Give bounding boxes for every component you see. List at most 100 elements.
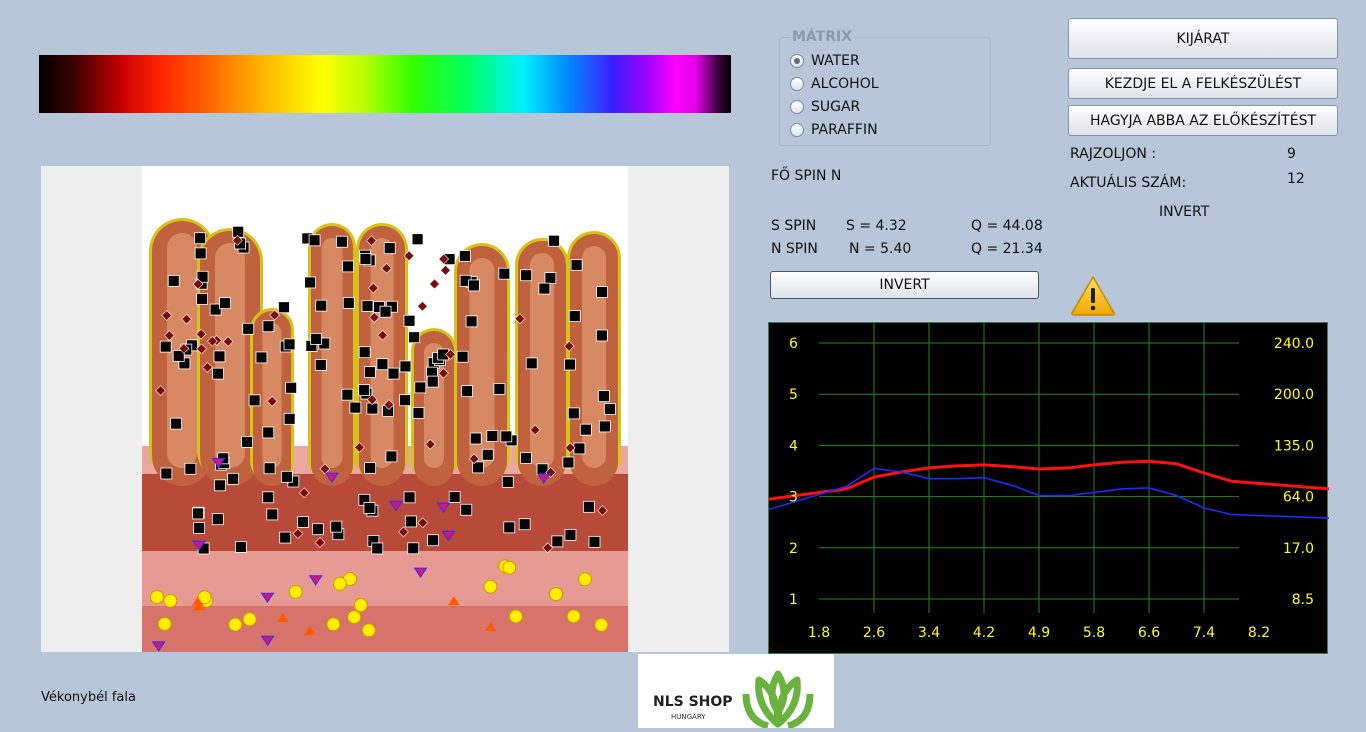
radio-circle-icon[interactable] <box>790 123 804 137</box>
square-marker <box>604 403 616 415</box>
y-right-tick-label: 200.0 <box>1274 387 1314 403</box>
radio-paraffin[interactable]: PARAFFIN <box>790 120 878 140</box>
square-marker <box>469 432 482 445</box>
square-marker <box>214 479 226 492</box>
square-marker <box>349 401 362 414</box>
series-line-blue <box>769 467 1329 519</box>
square-marker <box>361 300 374 312</box>
square-marker <box>314 359 327 371</box>
square-marker <box>385 450 398 463</box>
radio-sugar[interactable]: SUGAR <box>790 97 860 117</box>
square-marker <box>426 375 439 388</box>
hexagon-marker <box>566 609 581 624</box>
square-marker <box>461 385 473 398</box>
x-tick-label: 8.2 <box>1248 625 1270 641</box>
square-marker <box>383 242 396 255</box>
hexagon-marker <box>242 612 257 627</box>
start-preparation-button[interactable]: KEZDJE EL A FELKÉSZÜLÉST <box>1068 68 1338 99</box>
image-caption: Vékonybél fala <box>41 690 136 705</box>
square-marker <box>456 350 469 363</box>
radio-label-paraffin: PARAFFIN <box>811 122 878 138</box>
n-spin-label: N SPIN <box>771 241 818 257</box>
square-marker <box>403 491 416 504</box>
square-marker <box>596 286 609 298</box>
exit-button[interactable]: KIJÁRAT <box>1068 18 1338 59</box>
square-marker <box>387 367 400 380</box>
invert-status-text: INVERT <box>1159 204 1210 220</box>
square-marker <box>297 516 309 528</box>
hexagon-marker <box>361 623 376 638</box>
x-tick-label: 2.6 <box>863 625 885 641</box>
square-marker <box>481 448 494 461</box>
invert-button[interactable]: INVERT <box>770 271 1039 299</box>
square-marker <box>304 276 317 289</box>
square-marker <box>184 462 197 475</box>
square-marker <box>564 528 577 541</box>
square-marker <box>597 390 610 403</box>
svg-text:HUNGARY: HUNGARY <box>671 713 706 721</box>
square-marker <box>283 412 296 425</box>
hexagon-marker <box>549 587 564 602</box>
square-marker <box>341 388 354 401</box>
square-marker <box>219 297 231 310</box>
square-marker <box>342 297 355 309</box>
square-marker <box>359 253 372 265</box>
square-marker <box>498 267 511 280</box>
y-right-tick-label: 8.5 <box>1292 592 1314 608</box>
hexagon-marker <box>483 579 498 594</box>
square-marker <box>570 259 583 271</box>
radio-circle-icon[interactable] <box>790 77 804 91</box>
x-tick-label: 5.8 <box>1083 625 1105 641</box>
draw-value: 9 <box>1287 146 1296 162</box>
square-marker <box>159 340 172 353</box>
square-marker <box>262 491 275 504</box>
square-marker <box>242 322 255 335</box>
square-marker <box>192 507 204 520</box>
square-marker <box>459 250 471 262</box>
square-marker <box>467 279 480 292</box>
x-tick-label: 4.2 <box>973 625 995 641</box>
square-marker <box>551 535 564 548</box>
square-marker <box>379 305 392 318</box>
square-marker <box>501 475 514 488</box>
square-marker <box>408 331 421 344</box>
square-marker <box>310 332 322 345</box>
square-marker <box>399 394 411 407</box>
square-marker <box>404 515 417 528</box>
square-marker <box>582 500 595 513</box>
hexagon-marker <box>502 560 517 575</box>
square-marker <box>194 232 207 245</box>
square-marker <box>414 381 427 394</box>
s-spin-value: S = 4.32 <box>846 218 907 234</box>
nls-shop-logo: NLS SHOP HUNGARY <box>638 654 834 730</box>
hexagon-marker <box>594 617 609 632</box>
s-spin-label: S SPIN <box>771 218 817 234</box>
x-tick-label: 7.4 <box>1193 625 1215 641</box>
radio-alcohol[interactable]: ALCOHOL <box>790 74 879 94</box>
y-right-tick-label: 240.0 <box>1274 336 1314 352</box>
radio-circle-icon[interactable] <box>790 100 804 114</box>
square-marker <box>212 367 224 380</box>
square-marker <box>520 452 532 464</box>
square-marker <box>330 520 343 533</box>
square-marker <box>227 472 240 485</box>
radio-label-sugar: SUGAR <box>811 99 861 115</box>
hexagon-marker <box>508 609 523 624</box>
stop-preparation-button[interactable]: HAGYJA ABBA AZ ELŐKÉSZÍTÉST <box>1068 105 1338 136</box>
square-marker <box>544 272 557 284</box>
square-marker <box>460 503 473 516</box>
current-number-label: AKTUÁLIS SZÁM: <box>1070 175 1187 191</box>
square-marker <box>232 225 245 238</box>
square-marker <box>518 518 531 531</box>
warning-triangle-icon <box>1071 276 1115 316</box>
radio-water[interactable]: WATER <box>790 51 860 71</box>
square-marker <box>262 320 275 333</box>
color-spectrum-bar <box>39 55 731 113</box>
matrix-group: MÁTRIX WATER ALCOHOL SUGAR PARAFFIN <box>779 29 991 146</box>
radio-circle-icon[interactable] <box>790 54 804 68</box>
square-marker <box>213 350 226 363</box>
square-marker <box>399 360 412 373</box>
n-spin-q: Q = 21.34 <box>971 241 1043 257</box>
square-marker <box>564 358 576 371</box>
square-marker <box>167 275 180 287</box>
